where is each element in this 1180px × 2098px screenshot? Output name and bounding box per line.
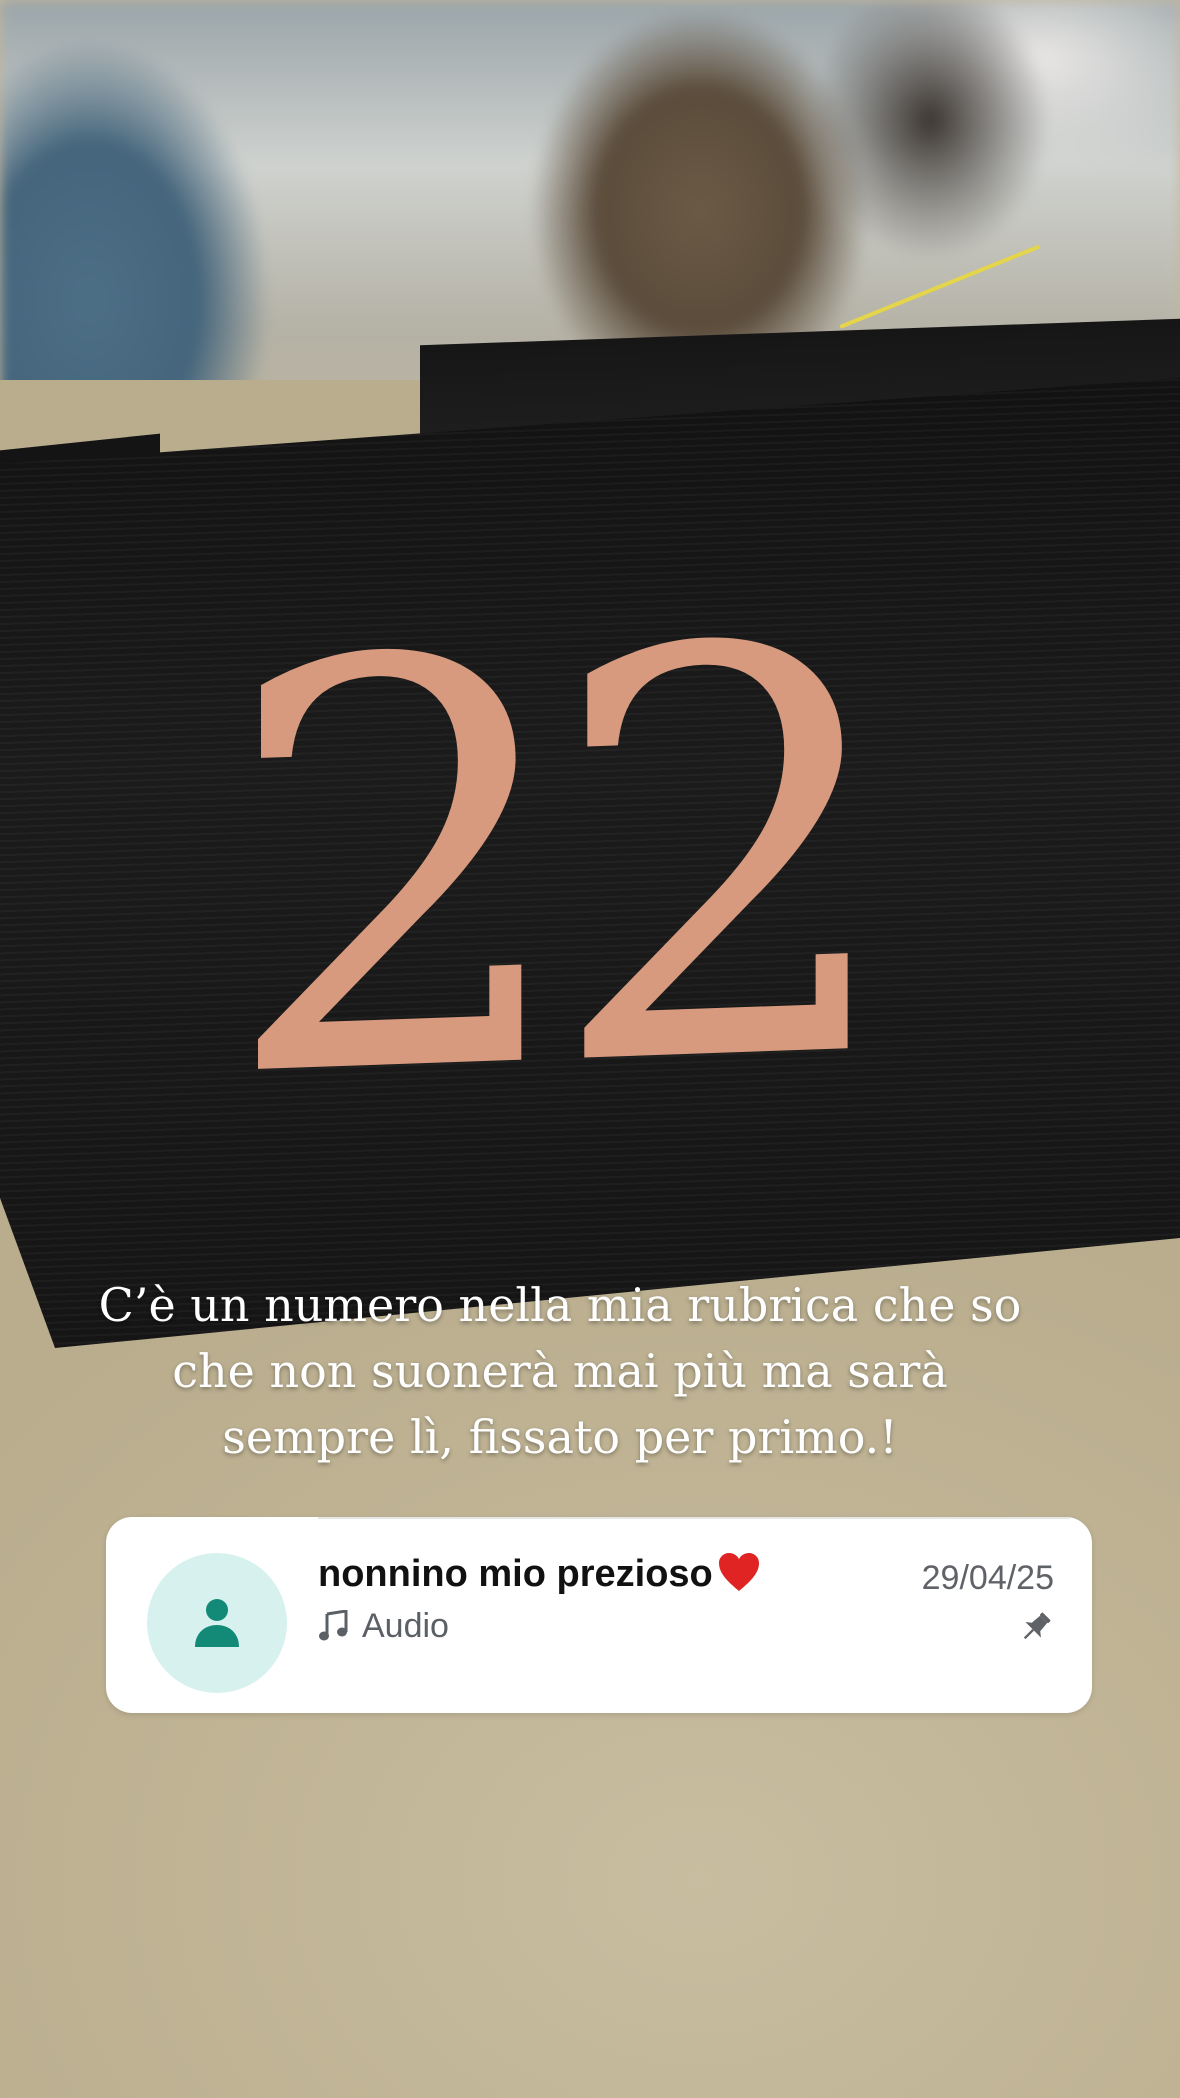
last-message-text: Audio — [362, 1606, 449, 1645]
avatar[interactable] — [147, 1553, 287, 1693]
contact-name: nonnino mio prezioso — [318, 1553, 713, 1595]
chat-list-item[interactable]: nonnino mio prezioso Audio 29/04/25 — [106, 1517, 1092, 1713]
music-note-icon — [319, 1610, 348, 1641]
contact-name-row: nonnino mio prezioso — [318, 1549, 761, 1599]
caption-line: sempre lì, fissato per primo.! — [222, 1410, 898, 1464]
pin-icon[interactable] — [1018, 1609, 1054, 1645]
message-date: 29/04/25 — [921, 1559, 1054, 1597]
red-heart-icon — [718, 1552, 759, 1591]
person-icon — [195, 1599, 239, 1647]
last-message-row: Audio — [318, 1603, 449, 1649]
caption-line: C’è un numero nella mia rubrica che so — [98, 1278, 1022, 1332]
table-number: 22 — [220, 528, 873, 1204]
story-caption: C’è un numero nella mia rubrica che so c… — [60, 1272, 1060, 1470]
divider — [318, 1517, 1070, 1519]
story-canvas: 22 C’è un numero nella mia rubrica che s… — [0, 0, 1180, 2098]
caption-line: che non suonerà mai più ma sarà — [172, 1344, 948, 1398]
